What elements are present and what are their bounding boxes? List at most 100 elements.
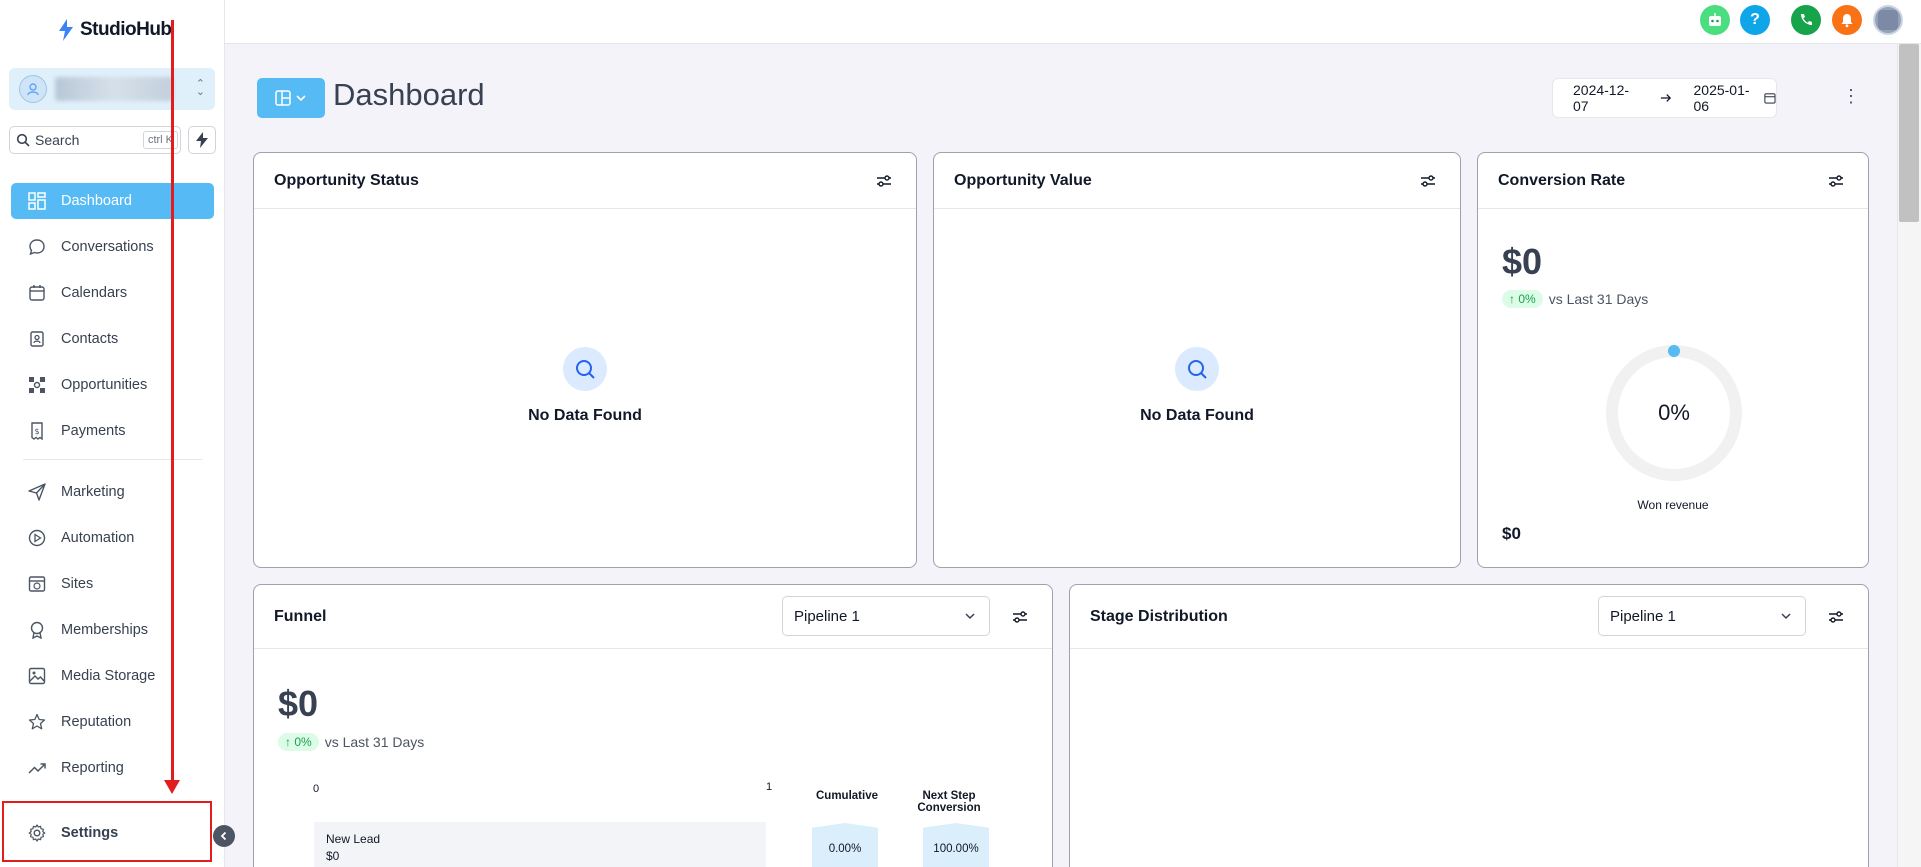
account-switcher[interactable]: ⌃ ⌄: [9, 68, 215, 110]
bot-icon[interactable]: [1700, 5, 1730, 35]
gauge-caption: Won revenue: [1637, 498, 1709, 512]
pipeline-select[interactable]: Pipeline 1: [1598, 596, 1806, 636]
arrow-right-icon: [1660, 94, 1671, 102]
filter-sliders-icon[interactable]: [1010, 607, 1030, 627]
sidebar-item-label: Dashboard: [61, 193, 132, 209]
sidebar-nav: Dashboard Conversations Calendars Contac…: [11, 183, 214, 796]
sidebar-item-label: Memberships: [61, 622, 149, 638]
sidebar-item-conversations[interactable]: Conversations: [11, 229, 214, 265]
sidebar-item-contacts[interactable]: Contacts: [11, 321, 214, 357]
sidebar-item-label: Conversations: [61, 239, 154, 255]
star-icon: [27, 712, 47, 732]
sidebar-item-reporting[interactable]: Reporting: [11, 750, 214, 786]
pipeline-select[interactable]: Pipeline 1: [782, 596, 990, 636]
filter-sliders-icon[interactable]: [874, 171, 894, 191]
cumulative-cell: 0.00%: [812, 823, 878, 867]
filter-sliders-icon[interactable]: [1826, 607, 1846, 627]
annotation-arrow-line: [171, 20, 174, 782]
chevron-down-icon: [965, 613, 975, 620]
grid-icon: [27, 191, 47, 211]
stage-value: $0: [326, 849, 340, 863]
card-stage-distribution: Stage Distribution Pipeline 1: [1069, 584, 1869, 867]
empty-state-text: No Data Found: [1140, 407, 1254, 424]
won-revenue-gauge: 0%: [1606, 345, 1742, 481]
sidebar-item-sites[interactable]: Sites: [11, 566, 214, 602]
dashboard-view-switcher[interactable]: [257, 78, 325, 118]
image-icon: [27, 666, 47, 686]
help-icon[interactable]: ?: [1740, 5, 1770, 35]
automation-icon: [27, 528, 47, 548]
sidebar-item-payments[interactable]: $ Payments: [11, 413, 214, 449]
card-title: Funnel: [274, 607, 327, 625]
account-name-redacted: [55, 77, 173, 101]
more-options-icon[interactable]: ⋮: [1841, 84, 1861, 108]
receipt-icon: $: [27, 421, 47, 441]
annotation-arrow-head: [164, 780, 180, 794]
chevron-updown-icon: ⌃ ⌄: [195, 78, 205, 98]
sidebar-item-marketing[interactable]: Marketing: [11, 474, 214, 510]
search-icon: [563, 347, 607, 391]
search-icon: [1175, 347, 1219, 391]
card-title: Opportunity Status: [274, 171, 419, 189]
svg-text:$: $: [34, 427, 39, 436]
empty-state: No Data Found: [254, 347, 916, 425]
sidebar-item-label: Reputation: [61, 714, 132, 730]
pipeline-select-value: Pipeline 1: [1610, 607, 1676, 625]
sidebar-item-calendars[interactable]: Calendars: [11, 275, 214, 311]
quick-actions-button[interactable]: [188, 126, 216, 154]
chevron-left-icon: [220, 831, 227, 841]
account-avatar-icon: [19, 75, 47, 103]
sidebar-item-label: Reporting: [61, 760, 124, 776]
card-title: Conversion Rate: [1498, 171, 1626, 189]
card-conversion-rate: Conversion Rate $0 ↑ 0% vs Last 31 Days …: [1477, 152, 1869, 568]
card-opportunity-status: Opportunity Status No Data Found: [253, 152, 917, 568]
layout-icon: [275, 90, 291, 106]
won-revenue-value: $0: [1502, 524, 1521, 543]
trend-label: vs Last 31 Days: [1548, 291, 1649, 307]
col-cumulative: Cumulative: [816, 790, 878, 802]
next-step-cell: 100.00%: [923, 823, 989, 867]
calendar-icon: [1764, 93, 1776, 104]
pipeline-select-value: Pipeline 1: [794, 607, 860, 625]
sidebar-item-media-storage[interactable]: Media Storage: [11, 658, 214, 694]
sidebar-item-memberships[interactable]: Memberships: [11, 612, 214, 648]
annotation-highlight-box: [2, 801, 212, 862]
date-from: 2024-12-07: [1573, 82, 1630, 114]
award-icon: [27, 620, 47, 640]
sidebar-item-automation[interactable]: Automation: [11, 520, 214, 556]
trend-label: vs Last 31 Days: [324, 734, 425, 750]
date-range-picker[interactable]: 2024-12-07 2025-01-06: [1552, 78, 1777, 118]
sidebar-item-reputation[interactable]: Reputation: [11, 704, 214, 740]
sidebar-item-label: Sites: [61, 576, 94, 592]
gauge-marker: [1668, 345, 1680, 357]
sidebar: StudioHub ⌃ ⌄ Search ctrl K Dashboard Con…: [0, 0, 225, 867]
app-logo[interactable]: StudioHub: [56, 18, 172, 42]
scrollbar-thumb[interactable]: [1899, 44, 1919, 222]
filter-sliders-icon[interactable]: [1418, 171, 1438, 191]
search-input[interactable]: Search ctrl K: [9, 126, 181, 154]
sidebar-item-dashboard[interactable]: Dashboard: [11, 183, 214, 219]
chevron-down-icon: [296, 95, 306, 102]
phone-icon[interactable]: [1791, 5, 1821, 35]
axis-min-label: 0: [313, 783, 320, 795]
search-placeholder: Search: [35, 132, 80, 148]
nav-divider: [23, 459, 202, 460]
collapse-sidebar-button[interactable]: [213, 825, 235, 847]
sidebar-item-label: Opportunities: [61, 377, 148, 393]
trend-indicator: ↑ 0% vs Last 31 Days: [1502, 290, 1648, 308]
sidebar-item-label: Marketing: [61, 484, 125, 500]
globe-window-icon: [27, 574, 47, 594]
sidebar-item-label: Automation: [61, 530, 135, 546]
empty-state: No Data Found: [934, 347, 1460, 425]
bell-icon[interactable]: [1832, 5, 1862, 35]
search-icon: [16, 133, 30, 147]
page-title: Dashboard: [333, 77, 485, 112]
sidebar-item-label: Contacts: [61, 331, 119, 347]
col-next-step: Next Step Conversion: [917, 790, 981, 814]
send-icon: [27, 482, 47, 502]
avatar[interactable]: [1873, 5, 1903, 35]
card-title: Opportunity Value: [954, 171, 1092, 189]
filter-sliders-icon[interactable]: [1826, 171, 1846, 191]
sidebar-item-opportunities[interactable]: Opportunities: [11, 367, 214, 403]
sidebar-item-label: Payments: [61, 423, 126, 439]
